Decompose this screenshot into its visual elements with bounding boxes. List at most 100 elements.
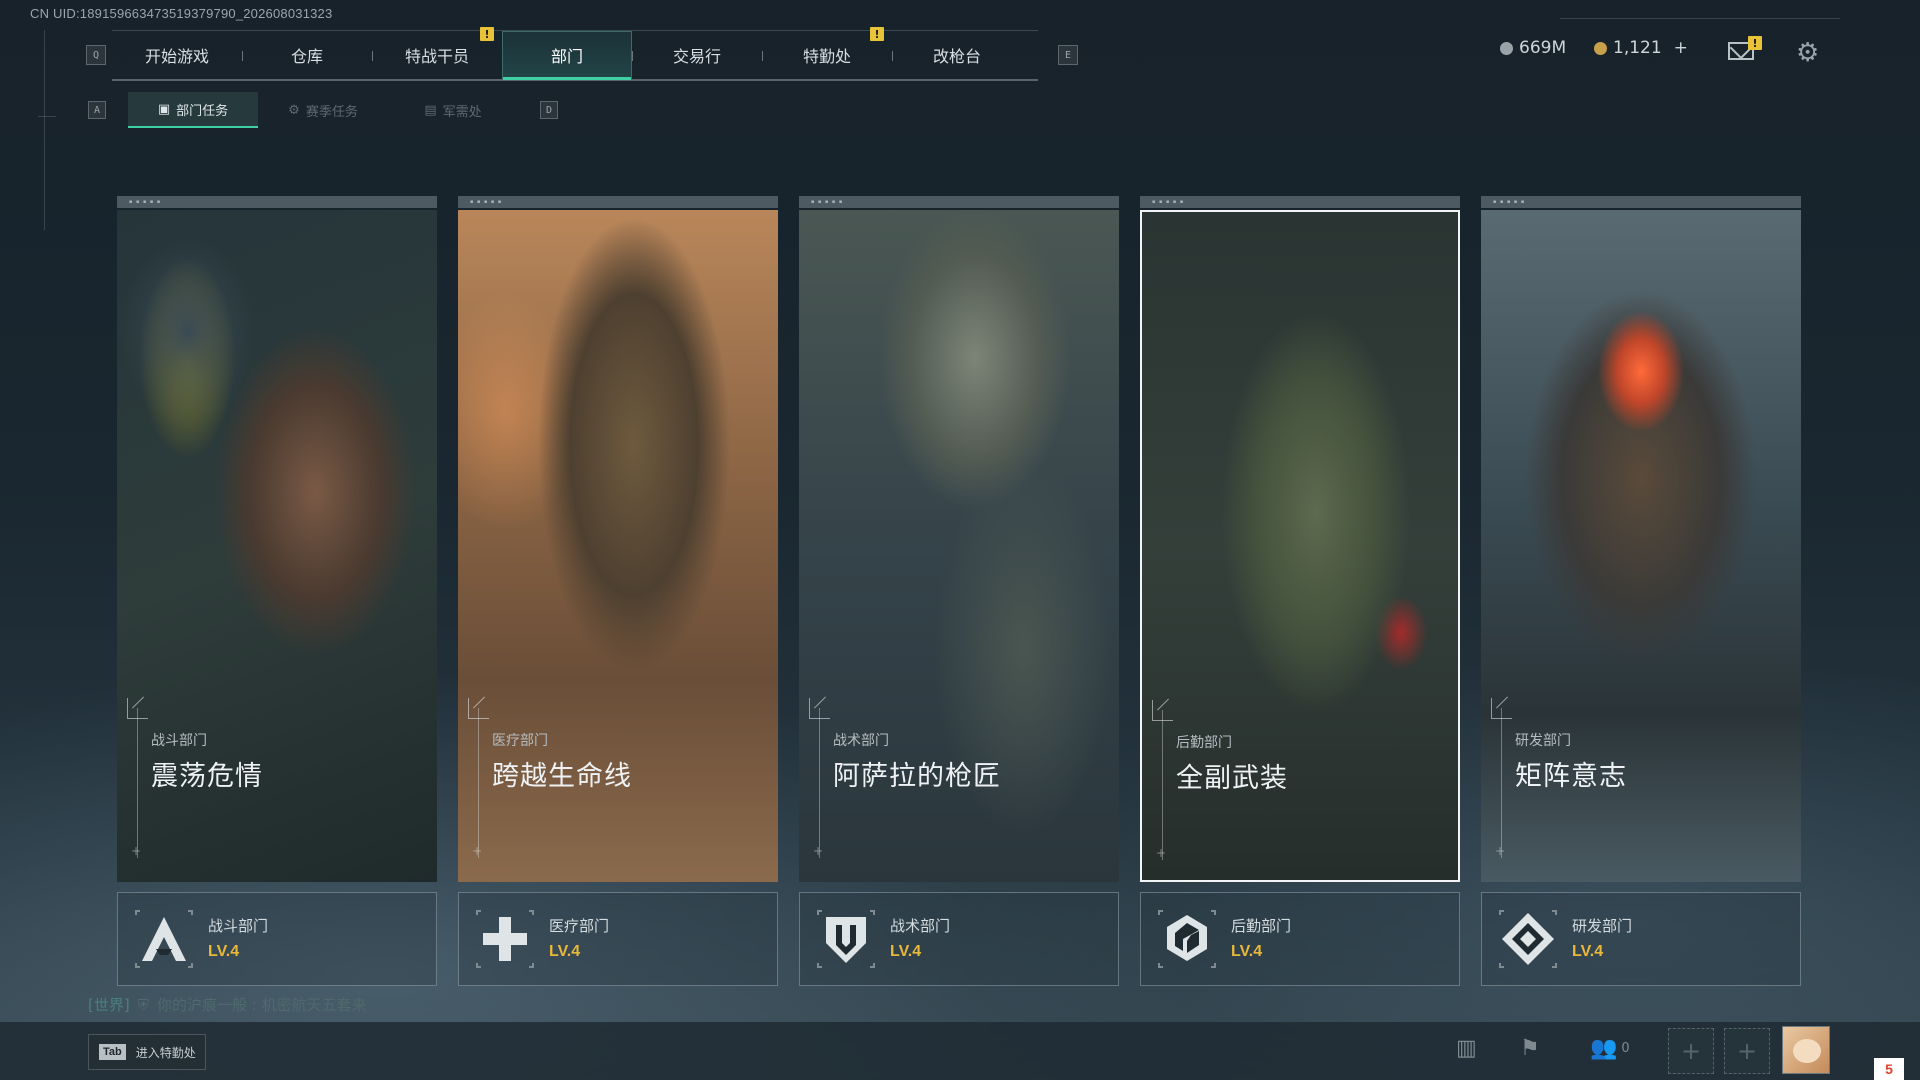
nav-left-key[interactable]: Q <box>86 45 106 65</box>
team-slot-1[interactable]: + <box>1668 1028 1714 1074</box>
subtab-season-tasks[interactable]: ⚙ 赛季任务 <box>258 92 388 128</box>
department-level: LV.4 <box>1231 943 1263 960</box>
card-header: ▪ ▪ ▪ ▪ ▪ <box>1481 196 1801 208</box>
subtab-label: 军需处 <box>442 104 482 120</box>
tab-label: 交易行 <box>672 47 721 66</box>
subtab-label: 赛季任务 <box>305 104 358 120</box>
friends-button[interactable]: 👥 0 <box>1590 1036 1630 1061</box>
department-info-logistics[interactable]: 后勤部门 LV.4 <box>1140 892 1460 986</box>
department-card-medical[interactable]: ▪ ▪ ▪ ▪ ▪ + 医疗部门 跨越生命线 <box>458 196 778 882</box>
department-card-combat[interactable]: ▪ ▪ ▪ ▪ ▪ + 战斗部门 震荡危情 <box>117 196 437 882</box>
combat-icon <box>135 910 193 968</box>
tab-warehouse[interactable]: 仓库 <box>242 31 372 79</box>
card-header: ▪ ▪ ▪ ▪ ▪ <box>117 196 437 208</box>
card-line <box>1501 708 1502 858</box>
department-card-research[interactable]: ▪ ▪ ▪ ▪ ▪ + 研发部门 矩阵意志 <box>1481 196 1801 882</box>
card-title: 矩阵意志 <box>1515 761 1627 792</box>
department-info-research[interactable]: 研发部门 LV.4 <box>1481 892 1801 986</box>
tab-label: 特战干员 <box>404 47 469 66</box>
card-line <box>1162 710 1163 860</box>
subnav-right-key[interactable]: D <box>540 101 558 119</box>
supply-icon: ▤ <box>424 102 437 118</box>
department-name: 医疗部门 <box>549 917 610 935</box>
card-header: ▪ ▪ ▪ ▪ ▪ <box>1140 196 1460 208</box>
department-info-tactical[interactable]: 战术部门 LV.4 <box>799 892 1119 986</box>
tab-label: 部门 <box>550 47 583 66</box>
card-title: 跨越生命线 <box>492 761 632 792</box>
department-card-logistics[interactable]: ▪ ▪ ▪ ▪ ▪ + 后勤部门 全副武装 <box>1140 196 1460 882</box>
tab-trading[interactable]: 交易行 <box>632 31 762 79</box>
frame-line <box>44 30 45 230</box>
friends-count: 0 <box>1621 1041 1630 1056</box>
tab-start-game[interactable]: 开始游戏 <box>112 31 242 79</box>
world-chat[interactable]: [世界] ⛨ 你的沪痕一般 : 机密航天五套来 <box>88 994 367 1015</box>
bottom-bar <box>0 1022 1920 1080</box>
tab-button-label: 进入特勤处 <box>135 1045 196 1060</box>
plus-marker: + <box>1495 844 1506 858</box>
card-header: ▪ ▪ ▪ ▪ ▪ <box>799 196 1119 208</box>
tab-operators[interactable]: 特战干员! <box>372 27 502 79</box>
gold-currency[interactable]: 1,121 + <box>1594 38 1688 58</box>
department-info-combat[interactable]: 战斗部门 LV.4 <box>117 892 437 986</box>
card-category: 医疗部门 <box>492 733 548 749</box>
task-icon: ▣ <box>157 101 171 117</box>
department-info-medical[interactable]: 医疗部门 LV.4 <box>458 892 778 986</box>
frame-line <box>38 116 56 117</box>
tab-label: 开始游戏 <box>144 47 209 66</box>
silver-amount: 669M <box>1519 38 1567 58</box>
plus-marker: + <box>472 844 483 858</box>
stats-icon[interactable]: ▥ <box>1456 1036 1477 1061</box>
card-category: 研发部门 <box>1515 733 1571 749</box>
tab-label: 改枪台 <box>932 47 981 66</box>
tab-key: Tab <box>99 1044 126 1060</box>
card-title: 震荡危情 <box>151 761 263 792</box>
department-name: 后勤部门 <box>1231 917 1292 935</box>
card-title: 全副武装 <box>1176 763 1288 794</box>
silver-currency[interactable]: 669M <box>1500 38 1566 58</box>
silver-coin-icon <box>1500 41 1513 55</box>
enter-special-ops-button[interactable]: Tab 进入特勤处 <box>88 1034 206 1070</box>
plus-marker: + <box>813 844 824 858</box>
tab-label: 仓库 <box>290 47 323 66</box>
gold-coin-icon <box>1594 41 1607 55</box>
shield-icon: ⛨ <box>137 995 149 1014</box>
card-line <box>478 708 479 858</box>
tab-special-ops[interactable]: 特勤处! <box>762 27 892 79</box>
chat-message: 你的沪痕一般 : 机密航天五套来 <box>156 996 367 1014</box>
avatar[interactable] <box>1782 1026 1830 1074</box>
card-image: + 战斗部门 震荡危情 <box>117 210 437 882</box>
friends-icon: 👥 <box>1590 1036 1618 1061</box>
subtab-department-tasks[interactable]: ▣ 部门任务 <box>128 92 258 128</box>
department-level: LV.4 <box>549 943 581 960</box>
tab-gunsmith[interactable]: 改枪台 <box>892 31 1022 79</box>
gold-amount: 1,121 <box>1613 38 1662 58</box>
department-name: 研发部门 <box>1572 917 1633 935</box>
gear-icon[interactable]: ⚙ <box>1796 38 1819 68</box>
chat-channel: [世界] <box>88 996 130 1014</box>
subtab-supply[interactable]: ▤ 军需处 <box>388 92 518 128</box>
team-slot-2[interactable]: + <box>1724 1028 1770 1074</box>
add-gold-button[interactable]: + <box>1674 38 1688 58</box>
main-nav: 开始游戏 仓库 特战干员! 部门 交易行 特勤处! 改枪台 <box>112 27 1038 81</box>
card-line <box>137 708 138 858</box>
season-icon: ⚙ <box>288 102 300 118</box>
subnav-left-key[interactable]: A <box>88 101 106 119</box>
flag-icon[interactable]: ⚑ <box>1520 1036 1540 1061</box>
department-card-tactical[interactable]: ▪ ▪ ▪ ▪ ▪ + 战术部门 阿萨拉的枪匠 <box>799 196 1119 882</box>
department-level: LV.4 <box>1572 943 1604 960</box>
sub-nav: ▣ 部门任务 ⚙ 赛季任务 ▤ 军需处 <box>128 92 518 128</box>
uid-text: CN UID:189159663473519379790_20260803132… <box>30 6 333 21</box>
corner-badge[interactable]: 5 <box>1874 1058 1904 1080</box>
nav-right-key[interactable]: E <box>1058 45 1078 65</box>
card-image: + 战术部门 阿萨拉的枪匠 <box>799 210 1119 882</box>
tab-department[interactable]: 部门 <box>502 31 632 80</box>
alert-badge: ! <box>480 27 494 41</box>
subtab-label: 部门任务 <box>176 103 229 119</box>
plus-marker: + <box>1156 846 1167 860</box>
department-level: LV.4 <box>208 943 240 960</box>
research-icon <box>1499 910 1557 968</box>
alert-badge: ! <box>870 27 884 41</box>
card-title: 阿萨拉的枪匠 <box>833 761 1001 792</box>
card-image: + 医疗部门 跨越生命线 <box>458 210 778 882</box>
mail-badge: ! <box>1748 36 1762 50</box>
